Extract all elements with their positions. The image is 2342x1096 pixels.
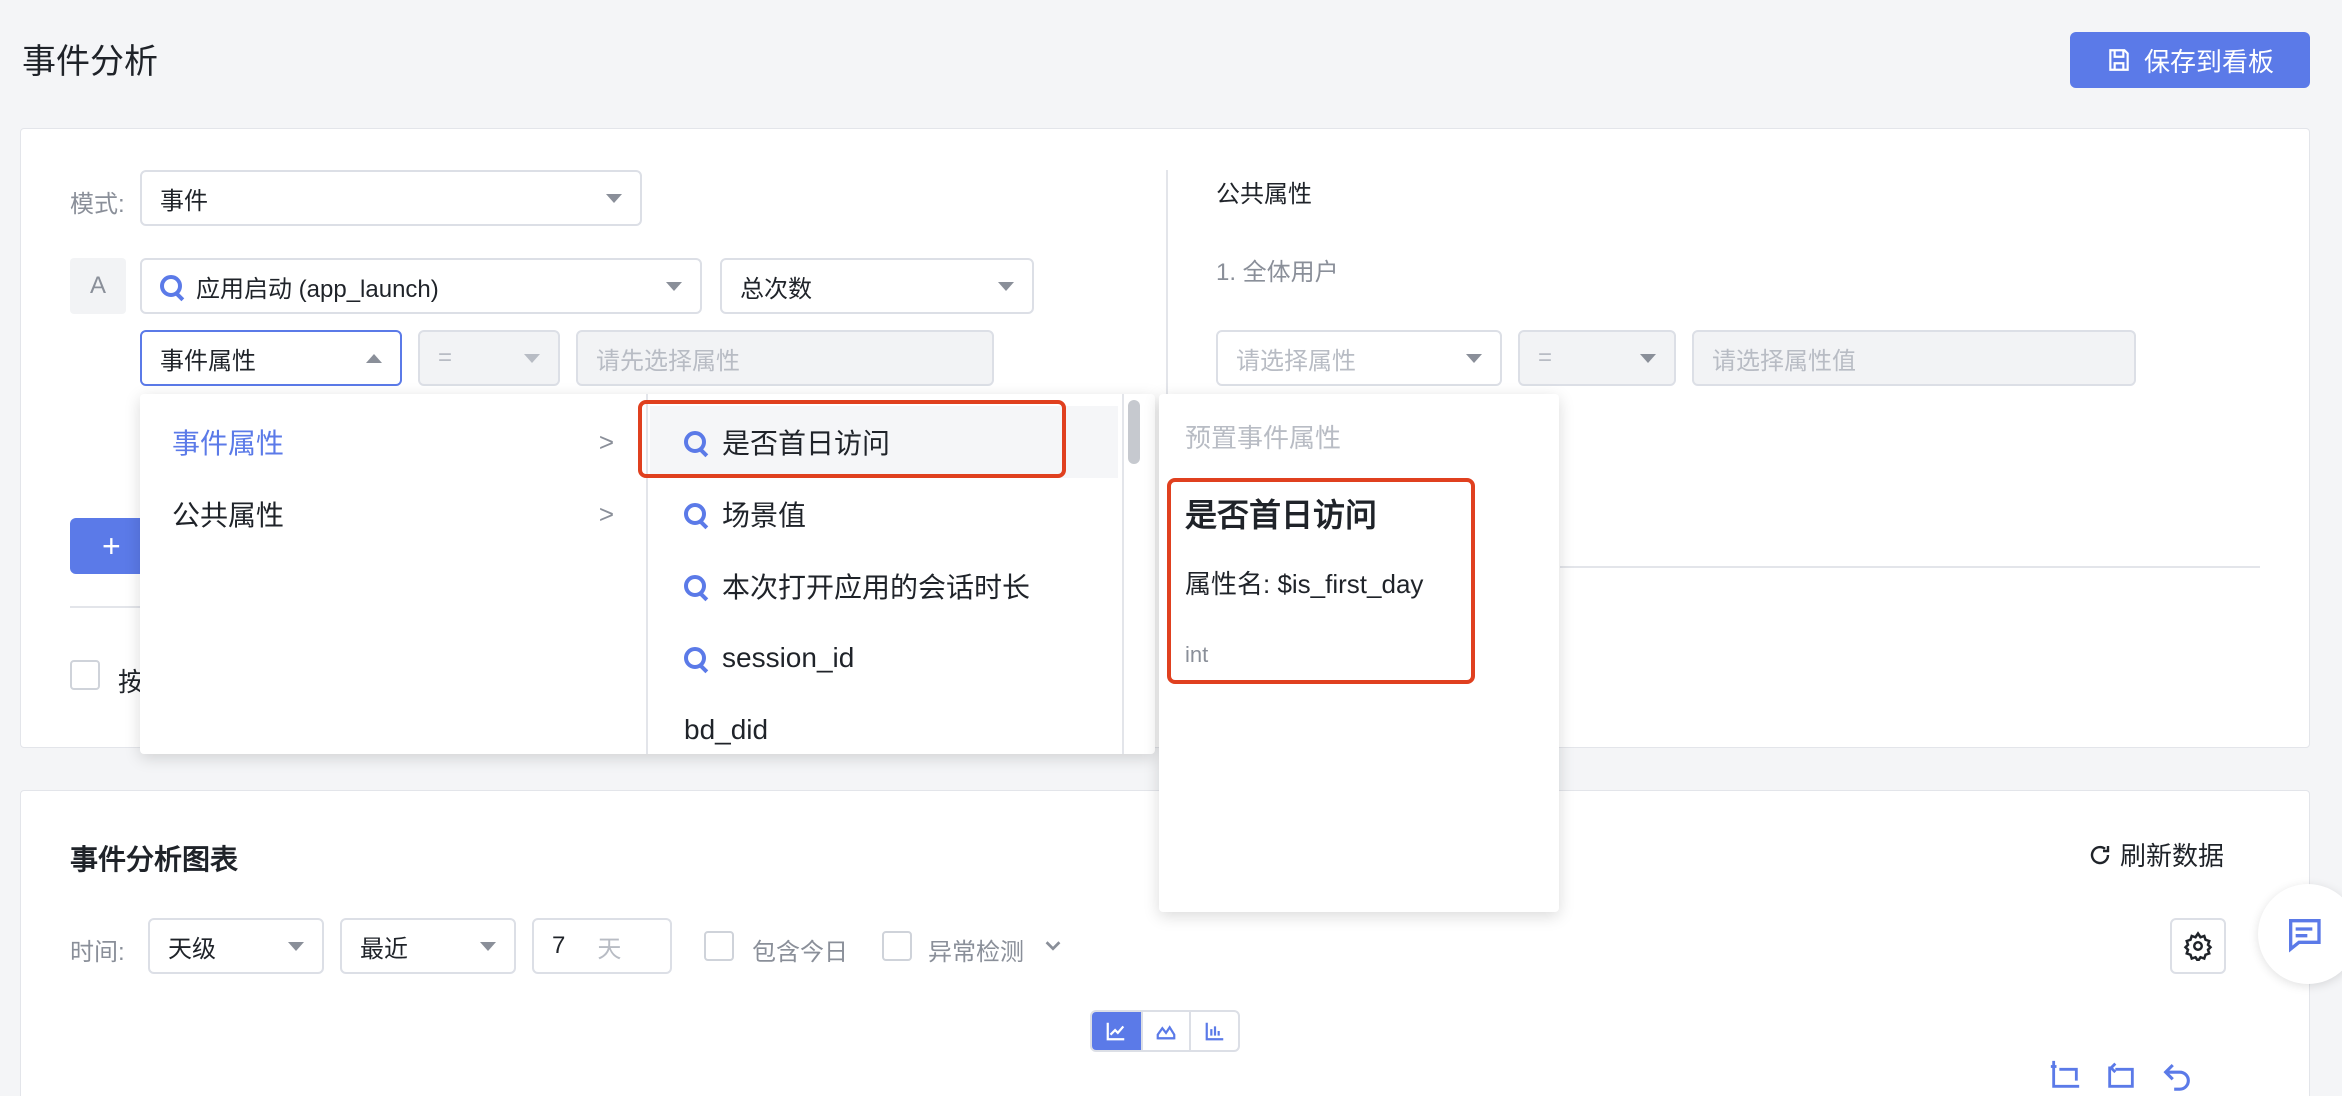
chevron-down-icon: [666, 281, 682, 291]
group-by-checkbox[interactable]: [70, 660, 100, 690]
include-today-label: 包含今日: [752, 939, 848, 966]
common-attr-select[interactable]: 请选择属性: [1216, 330, 1502, 386]
item-label: session_id: [722, 642, 855, 673]
item-label: bd_did: [684, 714, 769, 745]
list-item[interactable]: bd_did: [650, 694, 1118, 754]
list-item[interactable]: session_id: [650, 622, 1118, 694]
mode-select[interactable]: 事件: [140, 170, 642, 226]
highlight-box: [638, 400, 1066, 478]
item-label: 场景值: [722, 500, 807, 531]
chevron-down-icon: [998, 281, 1014, 291]
filter-value-placeholder: 请先选择属性: [596, 347, 740, 375]
common-value-input[interactable]: 请选择属性值: [1692, 330, 2136, 386]
zoom-select-icon[interactable]: [2048, 1058, 2082, 1092]
event-value: 应用启动 (app_launch): [196, 275, 439, 303]
zoom-reset-icon[interactable]: [2104, 1058, 2138, 1092]
anomaly-expand-icon[interactable]: [1042, 934, 1064, 961]
chevron-up-icon: [366, 353, 382, 363]
common-operator-select[interactable]: =: [1518, 330, 1676, 386]
days-value: 7: [552, 932, 566, 959]
save-button-label: 保存到看板: [2143, 46, 2274, 77]
anomaly-checkbox[interactable]: [882, 931, 912, 961]
chevron-down-icon: [288, 941, 304, 951]
granularity-select[interactable]: 天级: [148, 918, 324, 974]
event-select[interactable]: 应用启动 (app_launch): [140, 258, 702, 314]
preset-icon: [684, 575, 706, 597]
days-input[interactable]: 7 天: [532, 918, 672, 974]
item-label: 本次打开应用的会话时长: [722, 572, 1031, 603]
line-chart-icon[interactable]: [1092, 1012, 1141, 1050]
page-title: 事件分析: [22, 43, 158, 81]
preset-icon: [160, 275, 182, 297]
common-operator-value: =: [1538, 344, 1553, 371]
undo-icon[interactable]: [2160, 1058, 2194, 1092]
category-event-attrs[interactable]: 事件属性 >: [140, 406, 646, 478]
category-column: 事件属性 > 公共属性 >: [140, 394, 648, 754]
save-to-dashboard-button[interactable]: 保存到看板: [2070, 32, 2310, 88]
chevron-down-icon: [480, 941, 496, 951]
settings-button[interactable]: [2170, 918, 2226, 974]
mode-label: 模式:: [70, 191, 125, 218]
include-today-checkbox[interactable]: [704, 931, 734, 961]
refresh-icon: [2090, 845, 2110, 864]
common-value-placeholder: 请选择属性值: [1712, 347, 1856, 375]
preset-icon: [684, 503, 706, 525]
chevron-down-icon: [1640, 353, 1656, 363]
days-unit: 天: [597, 935, 622, 963]
category-label: 公共属性: [172, 500, 285, 531]
chat-icon: [2289, 919, 2321, 953]
scrollbar-thumb[interactable]: [1128, 400, 1140, 464]
operator-select[interactable]: =: [418, 330, 560, 386]
category-label: 事件属性: [172, 428, 285, 459]
common-group-item: 1. 全体用户: [1216, 259, 1339, 286]
chevron-right-icon: >: [598, 498, 614, 529]
scrollbar[interactable]: [1122, 394, 1144, 754]
add-button-label: +: [102, 527, 121, 564]
event-row-label: A: [70, 258, 126, 314]
refresh-button[interactable]: 刷新数据: [2088, 836, 2224, 873]
range-select[interactable]: 最近: [340, 918, 516, 974]
range-value: 最近: [360, 935, 408, 963]
granularity-value: 天级: [168, 935, 216, 963]
common-attr-placeholder: 请选择属性: [1236, 347, 1356, 375]
time-label: 时间:: [70, 939, 125, 966]
bar-chart-icon[interactable]: [1189, 1012, 1238, 1050]
operator-value: =: [438, 344, 453, 371]
gear-icon: [2183, 931, 2213, 961]
common-title: 公共属性: [1216, 181, 1312, 208]
metric-select[interactable]: 总次数: [720, 258, 1034, 314]
anomaly-label: 异常检测: [928, 939, 1024, 966]
filter-type-value: 事件属性: [160, 347, 256, 375]
list-item[interactable]: 场景值: [650, 478, 1118, 550]
detail-section-label: 预置事件属性: [1185, 423, 1342, 453]
attribute-detail-popover: 预置事件属性 是否首日访问 属性名: $is_first_day int: [1159, 394, 1559, 912]
chevron-down-icon: [524, 353, 540, 363]
area-chart-icon[interactable]: [1140, 1012, 1190, 1050]
refresh-label: 刷新数据: [2120, 841, 2225, 871]
chevron-down-icon: [606, 193, 622, 203]
filter-value-input[interactable]: 请先选择属性: [576, 330, 994, 386]
chevron-right-icon: >: [598, 426, 614, 457]
list-item[interactable]: 本次打开应用的会话时长: [650, 550, 1118, 622]
chevron-down-icon: [1466, 353, 1482, 363]
preset-icon: [684, 647, 706, 669]
chart-type-toggle: [1090, 1010, 1240, 1052]
attribute-dropdown: 事件属性 > 公共属性 > 是否首日访问 场景值 本次打开应用的会话时长 ses…: [140, 394, 1155, 754]
save-icon: [2109, 49, 2129, 71]
mode-value: 事件: [160, 187, 208, 215]
common-divider: [1560, 566, 2260, 568]
highlight-box: [1167, 478, 1475, 684]
chart-section-title: 事件分析图表: [70, 844, 239, 875]
filter-type-select[interactable]: 事件属性: [140, 330, 402, 386]
metric-value: 总次数: [740, 275, 812, 303]
category-common-attrs[interactable]: 公共属性 >: [140, 478, 646, 550]
